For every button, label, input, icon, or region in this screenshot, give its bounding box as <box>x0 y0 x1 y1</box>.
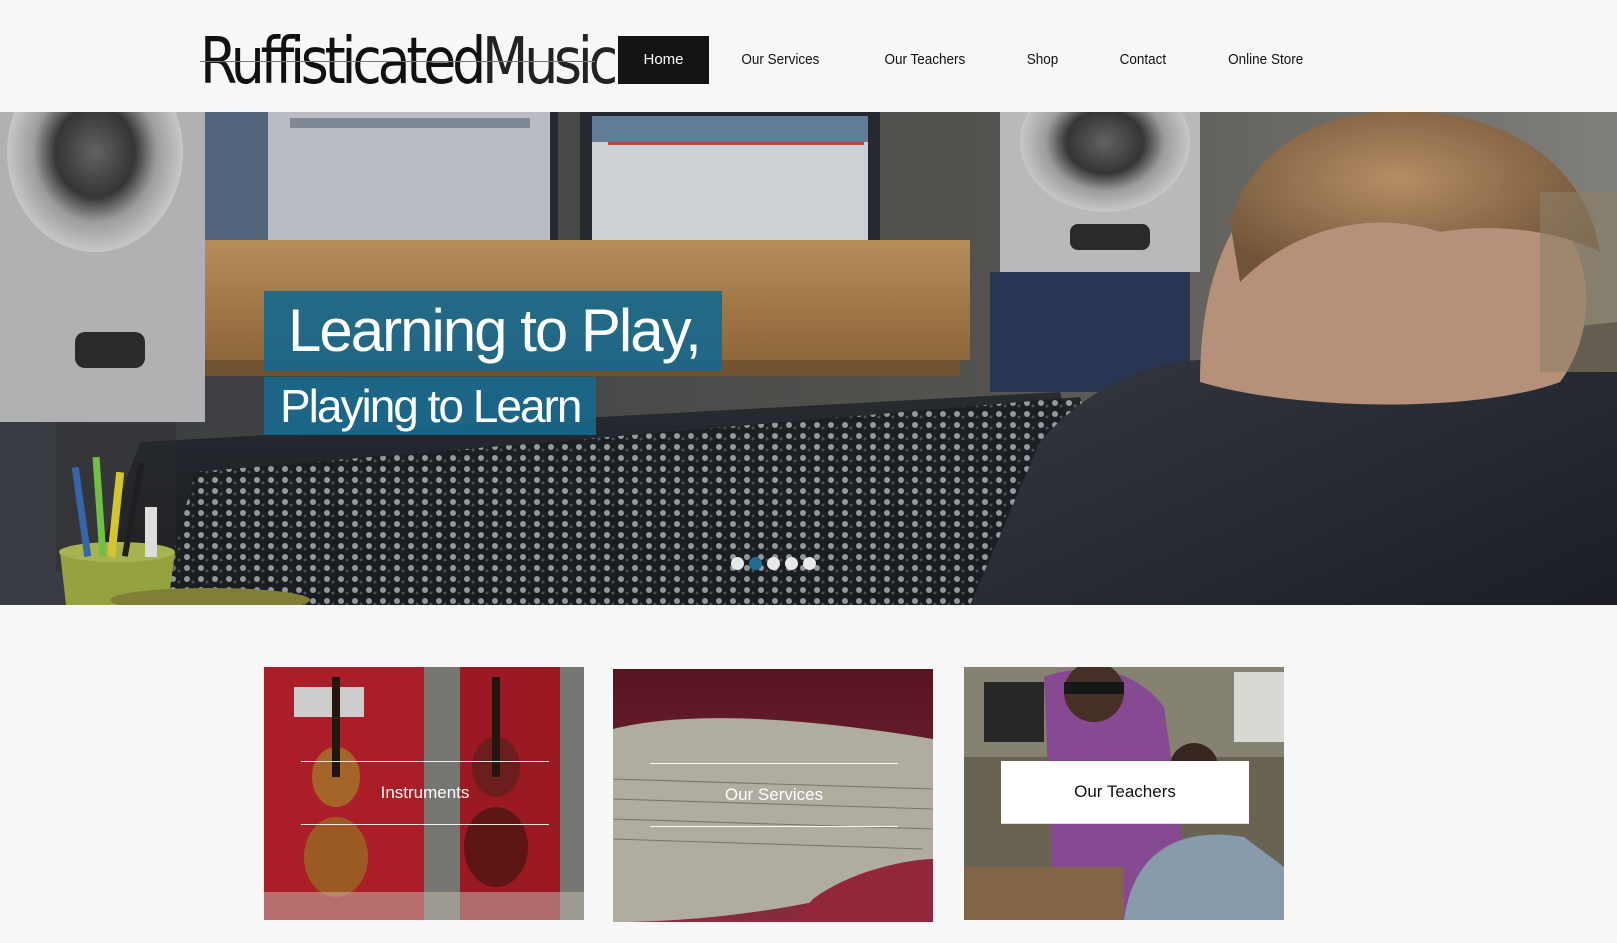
nav-online-store[interactable]: Online Store <box>1203 36 1328 84</box>
slide-dot-5[interactable] <box>803 557 816 570</box>
nav-contact[interactable]: Contact <box>1094 36 1191 84</box>
card-instruments-label: Instruments <box>301 761 549 825</box>
slide-dot-1[interactable] <box>731 557 744 570</box>
main-nav: Home Our Services Our Teachers Shop Cont… <box>618 36 1336 84</box>
slide-dot-3[interactable] <box>767 557 780 570</box>
hero-slideshow[interactable]: Learning to Play, Playing to Learn <box>0 112 1617 605</box>
nav-our-services[interactable]: Our Services <box>716 36 844 84</box>
card-our-services-label: Our Services <box>650 763 898 827</box>
logo-text-music: Music <box>482 25 618 99</box>
site-logo[interactable]: RuffisticatedMusic <box>200 22 618 102</box>
hero-subheadline: Playing to Learn <box>264 377 597 435</box>
hero-background-image <box>0 112 1617 605</box>
card-our-services[interactable]: Our Services <box>613 669 933 922</box>
slide-dot-2[interactable] <box>749 557 762 570</box>
logo-underline <box>200 61 595 62</box>
logo-text-ruffisticated: Ruffisticated <box>200 25 486 99</box>
hero-headline: Learning to Play, <box>264 291 722 371</box>
card-our-teachers-label: Our Teachers <box>1001 761 1249 824</box>
slideshow-pagination <box>731 557 816 570</box>
nav-our-teachers[interactable]: Our Teachers <box>859 36 990 84</box>
nav-home[interactable]: Home <box>618 36 709 84</box>
slide-dot-4[interactable] <box>785 557 798 570</box>
card-instruments[interactable]: Instruments <box>264 667 584 920</box>
nav-shop[interactable]: Shop <box>1002 36 1084 84</box>
site-header: RuffisticatedMusic Home Our Services Our… <box>0 0 1617 112</box>
card-our-teachers[interactable]: Our Teachers <box>964 667 1284 920</box>
